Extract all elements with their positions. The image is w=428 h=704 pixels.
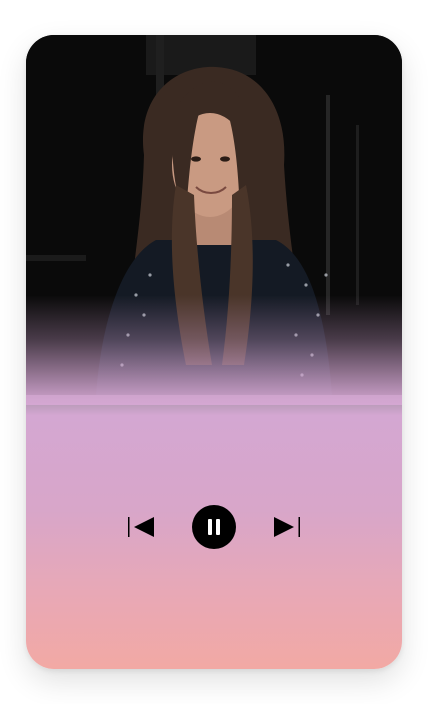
music-player-card bbox=[26, 35, 402, 669]
skip-next-icon[interactable] bbox=[272, 515, 302, 539]
photo-gradient-fade bbox=[26, 295, 402, 405]
pause-icon bbox=[208, 519, 212, 535]
playback-controls bbox=[26, 505, 402, 549]
skip-previous-icon[interactable] bbox=[126, 515, 156, 539]
pause-button[interactable] bbox=[192, 505, 236, 549]
